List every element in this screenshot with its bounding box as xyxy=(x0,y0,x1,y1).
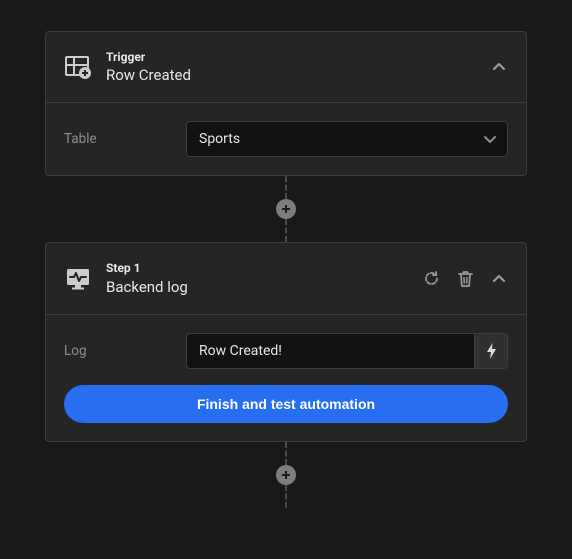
automation-canvas: Trigger Row Created Table Sports xyxy=(0,0,572,508)
bindings-button[interactable] xyxy=(474,333,508,369)
trigger-body: Table Sports xyxy=(46,103,526,175)
step1-title: Backend log xyxy=(106,278,408,296)
log-input-value: Row Created! xyxy=(199,343,282,359)
trigger-titles: Trigger Row Created xyxy=(106,50,476,84)
trigger-card: Trigger Row Created Table Sports xyxy=(45,31,527,176)
add-step-button[interactable] xyxy=(276,465,296,485)
table-select[interactable]: Sports xyxy=(186,121,508,157)
log-input[interactable]: Row Created! xyxy=(186,333,474,369)
connector xyxy=(45,442,527,508)
trigger-header[interactable]: Trigger Row Created xyxy=(46,32,526,102)
table-add-icon xyxy=(64,53,92,81)
trigger-title: Row Created xyxy=(106,66,476,84)
lightning-icon xyxy=(486,343,497,359)
table-field-label: Table xyxy=(64,131,174,147)
step1-header[interactable]: Step 1 Backend log xyxy=(46,243,526,313)
step1-eyebrow: Step 1 xyxy=(106,261,408,275)
trash-icon[interactable] xyxy=(456,270,474,288)
chevron-down-icon xyxy=(483,132,497,146)
step1-card: Step 1 Backend log xyxy=(45,242,527,441)
step1-body: Log Row Created! Finish and test automat… xyxy=(46,315,526,441)
table-select-value: Sports xyxy=(199,131,240,147)
trigger-eyebrow: Trigger xyxy=(106,50,476,64)
refresh-icon[interactable] xyxy=(422,270,440,288)
finish-test-button[interactable]: Finish and test automation xyxy=(64,385,508,423)
connector xyxy=(45,176,527,242)
monitor-activity-icon xyxy=(64,265,92,293)
step1-titles: Step 1 Backend log xyxy=(106,261,408,295)
collapse-icon[interactable] xyxy=(490,270,508,288)
log-field-label: Log xyxy=(64,343,174,359)
add-step-button[interactable] xyxy=(276,199,296,219)
collapse-icon[interactable] xyxy=(490,58,508,76)
